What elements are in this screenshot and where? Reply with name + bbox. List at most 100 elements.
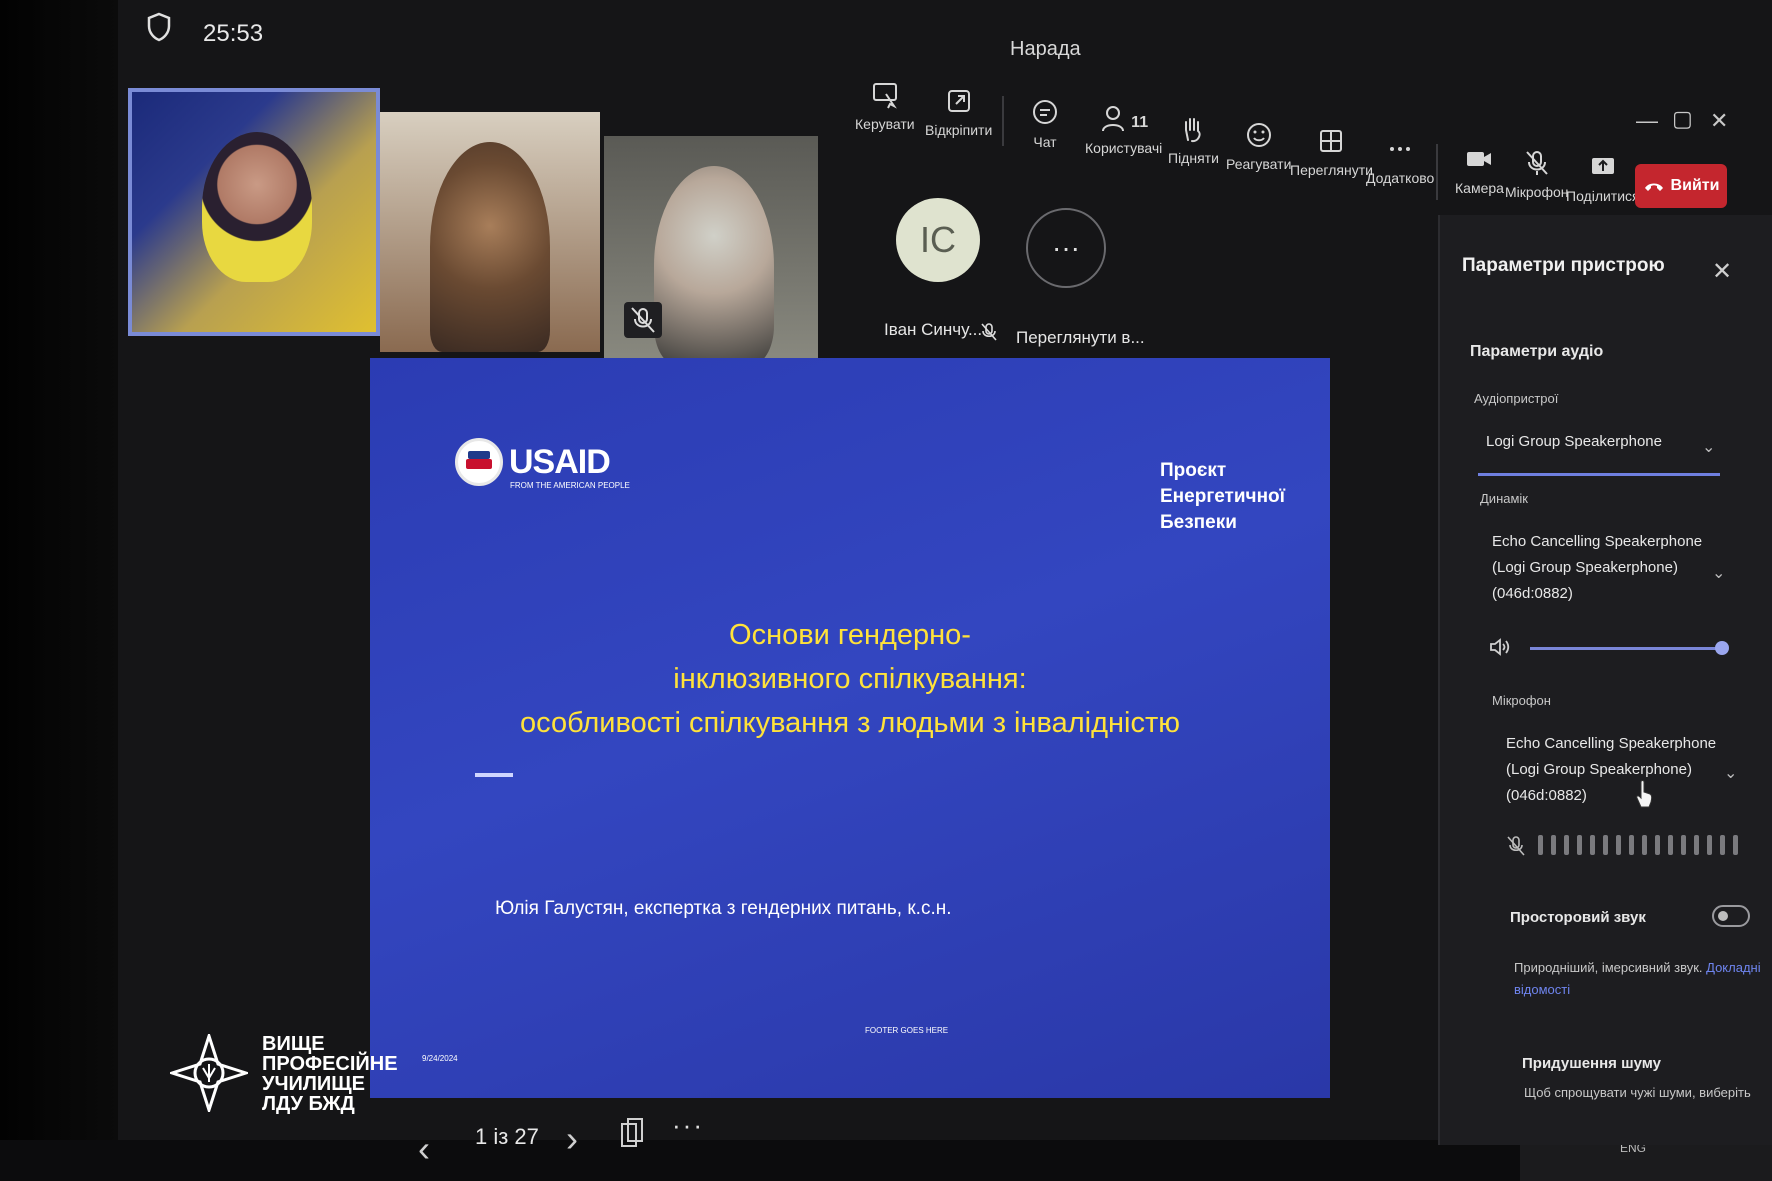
chevron-down-icon[interactable]: ⌄: [1724, 763, 1737, 783]
camera-button[interactable]: Камера: [1455, 144, 1504, 196]
watermark-text: ВИЩЕ ПРОФЕСІЙНЕ УЧИЛИЩЕ ЛДУ БЖД: [262, 1034, 398, 1114]
raise-hand-button[interactable]: Підняти: [1168, 114, 1219, 166]
select-underline: [1478, 473, 1720, 476]
microphone-select[interactable]: Echo Cancelling Speakerphone (Logi Group…: [1506, 731, 1716, 809]
speaker-volume-icon: [1490, 638, 1510, 656]
slide-title-line: інклюзивного спілкування:: [673, 663, 1027, 695]
panel-title: Параметри пристрою: [1462, 255, 1665, 276]
more-label: Додатково: [1366, 170, 1435, 186]
learn-more-link[interactable]: Докладні: [1706, 960, 1760, 975]
audio-section-heading: Параметри аудіо: [1470, 343, 1604, 360]
people-icon: [1102, 106, 1125, 132]
shield-icon: [147, 12, 171, 42]
share-icon: [1591, 158, 1614, 174]
device-settings-panel: Параметри пристрою ✕ Параметри аудіо Ауд…: [1438, 215, 1772, 1145]
popout-label: Відкріпити: [925, 122, 993, 138]
mic-button[interactable]: Мікрофон: [1505, 148, 1569, 200]
avatar[interactable]: ІС: [896, 198, 980, 282]
slide-author: Юлія Галустян, експертка з гендерних пит…: [495, 898, 952, 919]
video-tile-2[interactable]: [380, 112, 600, 352]
control-label: Керувати: [855, 116, 915, 132]
more-button[interactable]: Додатково: [1366, 134, 1434, 186]
speaker-line: (046d:0882): [1492, 585, 1573, 602]
chat-icon: [1033, 100, 1057, 124]
project-line: Безпеки: [1160, 512, 1237, 533]
usaid-logo: USAID: [455, 438, 611, 486]
usaid-tagline: FROM THE AMERICAN PEOPLE: [510, 481, 630, 490]
spatial-audio-toggle[interactable]: [1712, 905, 1750, 927]
mic-off-icon: [631, 307, 655, 333]
speaker-volume-knob[interactable]: [1715, 641, 1729, 655]
screen-control-icon: [872, 83, 897, 109]
more-participants-icon[interactable]: ···: [1026, 208, 1106, 288]
meeting-timer: 25:53: [203, 20, 264, 47]
speaker-line: (Logi Group Speakerphone): [1492, 559, 1678, 576]
meeting-title: Нарада: [1010, 38, 1081, 60]
toolbar-divider-2: [1436, 144, 1438, 200]
speaker-label: Динамік: [1480, 491, 1528, 506]
chevron-down-icon[interactable]: ⌄: [1712, 563, 1725, 583]
mic-line: (Logi Group Speakerphone): [1506, 761, 1692, 778]
slide-page-indicator: 1 із 27: [475, 1124, 539, 1149]
watermark-line: ЛДУ БЖД: [262, 1093, 355, 1115]
chat-button[interactable]: Чат: [1030, 98, 1060, 150]
participant-figure: [430, 142, 550, 352]
hand-icon: [1185, 118, 1202, 143]
camera-label: Камера: [1455, 180, 1504, 196]
people-button[interactable]: 11 Користувачі: [1085, 104, 1162, 156]
previous-slide-button[interactable]: ‹: [418, 1128, 430, 1170]
leave-label: Вийти: [1670, 177, 1720, 194]
more-dots-icon: [1390, 147, 1411, 151]
mic-line: (046d:0882): [1506, 787, 1587, 804]
participant-figure: [654, 166, 774, 366]
learn-more-link-2[interactable]: відомості: [1514, 982, 1570, 997]
video-tile-active[interactable]: [128, 88, 380, 336]
watermark-line: ПРОФЕСІЙНЕ: [262, 1053, 398, 1075]
emoji-icon: [1246, 123, 1271, 147]
speaker-volume-slider[interactable]: [1530, 647, 1720, 650]
participant-name: Іван Синчу...: [884, 320, 983, 339]
raise-hand-label: Підняти: [1168, 150, 1219, 166]
audio-device-select[interactable]: Logi Group Speakerphone: [1486, 429, 1662, 455]
view-button[interactable]: Переглянути: [1290, 126, 1373, 178]
project-title: Проєкт Енергетичної Безпеки: [1160, 458, 1285, 536]
noise-suppression-description: Щоб спрощувати чужі шуми, виберіть: [1524, 1085, 1751, 1100]
mic-off-icon[interactable]: [1506, 835, 1526, 857]
mic-off-icon: [1526, 151, 1548, 175]
slide-overview-icon[interactable]: [618, 1116, 648, 1150]
speaker-line: Echo Cancelling Speakerphone: [1492, 533, 1703, 550]
noise-suppression-label: Придушення шуму: [1522, 1055, 1661, 1072]
audio-device-label: Аудіопристрої: [1474, 391, 1559, 406]
control-button[interactable]: Керувати: [855, 80, 915, 132]
project-line: Енергетичної: [1160, 486, 1285, 507]
people-label: Користувачі: [1085, 140, 1163, 156]
view-all-participants[interactable]: Переглянути в...: [1016, 328, 1145, 348]
mic-label: Мікрофон: [1505, 184, 1569, 200]
react-button[interactable]: Реагувати: [1226, 120, 1291, 172]
slide-divider: [475, 773, 513, 777]
next-slide-button[interactable]: ›: [566, 1118, 578, 1160]
slide-more-button[interactable]: ···: [672, 1110, 704, 1141]
popout-button[interactable]: Відкріпити: [925, 86, 992, 138]
project-line: Проєкт: [1160, 460, 1227, 481]
close-window-icon[interactable]: ✕: [1710, 108, 1728, 134]
minimize-icon[interactable]: —: [1636, 108, 1658, 134]
speaker-figure: [202, 132, 312, 282]
mic-off-icon: [981, 323, 997, 341]
close-icon[interactable]: ✕: [1712, 257, 1732, 286]
phone-hangup-icon: [1644, 183, 1663, 191]
share-label: Поділитися: [1566, 188, 1640, 204]
maximize-icon[interactable]: ▢: [1672, 106, 1693, 132]
react-label: Реагувати: [1226, 156, 1292, 172]
leave-button[interactable]: Вийти: [1635, 164, 1727, 208]
presentation-slide: USAID FROM THE AMERICAN PEOPLE Проєкт Ен…: [370, 358, 1330, 1098]
mic-line: Echo Cancelling Speakerphone: [1506, 735, 1717, 752]
mouse-cursor-icon: [1636, 780, 1653, 808]
tile-muted-badge: [624, 302, 662, 338]
people-count: 11: [1131, 114, 1149, 131]
speaker-select[interactable]: Echo Cancelling Speakerphone (Logi Group…: [1492, 529, 1702, 607]
share-button[interactable]: Поділитися: [1566, 152, 1640, 204]
chevron-down-icon[interactable]: ⌄: [1702, 437, 1715, 457]
monitor-bezel: [0, 0, 118, 1181]
grid-view-icon: [1320, 130, 1343, 152]
